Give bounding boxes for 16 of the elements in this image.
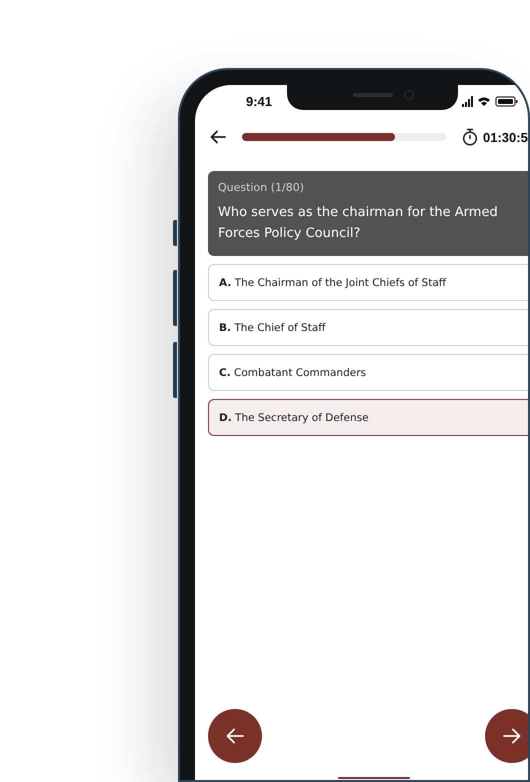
answer-option[interactable]: A. The Chairman of the Joint Chiefs of Staff — [208, 264, 528, 301]
stopwatch-icon — [462, 128, 478, 146]
answer-option[interactable]: C. Combatant Commanders — [208, 354, 528, 391]
question-text: Who serves as the chairman for the Armed Forces Policy Council? — [218, 204, 499, 243]
answer-option[interactable]: B. The Chief of Staff — [208, 309, 528, 346]
back-arrow-icon[interactable] — [210, 130, 226, 144]
status-icons — [462, 96, 520, 106]
left-arrow-icon — [226, 728, 244, 744]
timer-text: 01:30:5 — [483, 130, 528, 144]
home-indicator — [338, 777, 410, 779]
previous-button[interactable] — [208, 709, 262, 763]
status-time: 9:41 — [246, 94, 272, 108]
question-number: Question (1/80) — [218, 181, 305, 194]
next-button[interactable] — [485, 709, 528, 763]
right-arrow-icon — [503, 728, 521, 744]
answer-option[interactable]: D. The Secretary of Defense — [208, 399, 528, 436]
